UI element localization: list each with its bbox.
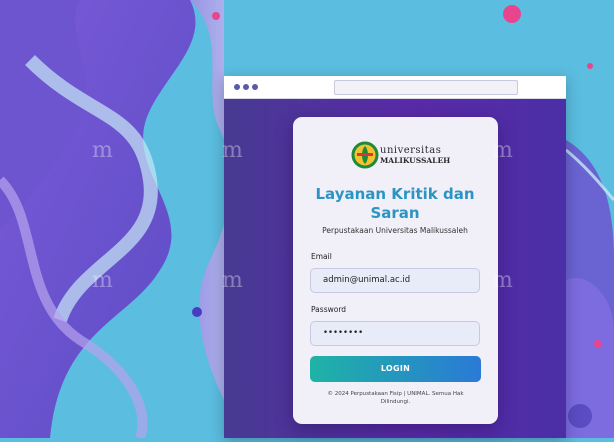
- password-label: Password: [311, 305, 347, 314]
- page-title: Layanan Kritik dan Saran: [315, 185, 475, 222]
- window-dot[interactable]: [234, 84, 240, 90]
- password-field[interactable]: ••••••••: [310, 321, 480, 346]
- login-button[interactable]: LOGIN: [310, 356, 481, 382]
- watermark: m: [222, 138, 243, 163]
- footer-copyright: © 2024 Perpustakaan Fisip | UNIMAL. Semu…: [327, 391, 464, 405]
- page-subtitle: Perpustakaan Universitas Malikussaleh: [322, 226, 468, 235]
- address-bar[interactable]: [334, 80, 518, 95]
- window-dot[interactable]: [252, 84, 258, 90]
- logo-emblem-icon: [351, 141, 379, 169]
- watermark: m: [492, 138, 513, 163]
- browser-toolbar: [224, 76, 566, 99]
- logo-text-malikussaleh: MALIKUSSALEH: [380, 156, 451, 165]
- email-field[interactable]: admin@unimal.ac.id: [310, 268, 480, 293]
- window-dot[interactable]: [243, 84, 249, 90]
- watermark: m: [92, 268, 113, 293]
- watermark: m: [222, 268, 243, 293]
- watermark: m: [492, 268, 513, 293]
- watermark: m: [92, 138, 113, 163]
- logo-text-universitas: universitas: [380, 145, 442, 156]
- window-controls: [234, 84, 258, 90]
- email-label: Email: [311, 252, 332, 261]
